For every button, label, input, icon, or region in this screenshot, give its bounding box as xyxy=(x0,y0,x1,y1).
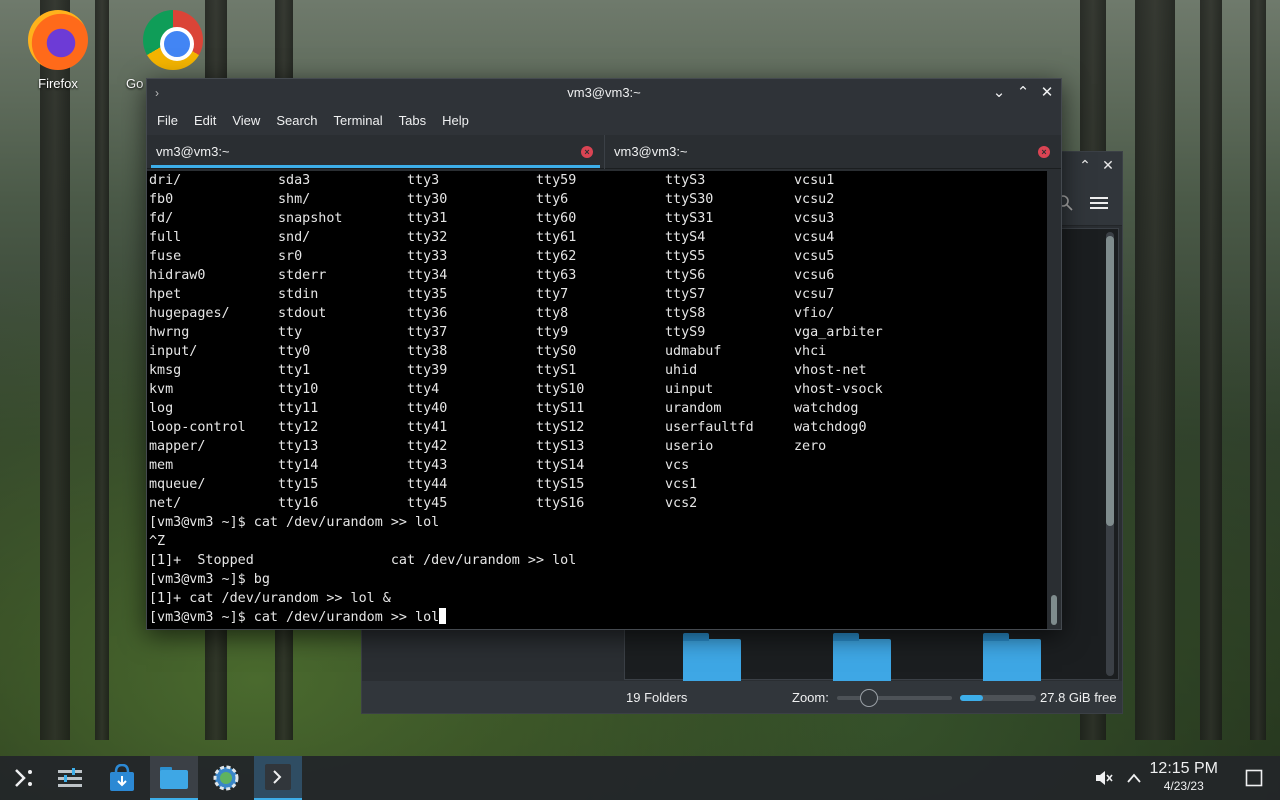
terminal-prompt-line[interactable]: [vm3@vm3 ~]$ cat /dev/urandom >> lol xyxy=(149,610,439,625)
discover-icon xyxy=(110,764,134,791)
free-space-label: 27.8 GiB free xyxy=(1040,690,1117,705)
maximize-icon[interactable]: ⌃ xyxy=(1013,79,1033,107)
folder-icon[interactable] xyxy=(983,633,1041,683)
zoom-label: Zoom: xyxy=(792,690,829,705)
folder-icon xyxy=(160,767,188,789)
clock[interactable]: 12:15 PM 4/23/23 xyxy=(1150,760,1218,793)
firefox-icon xyxy=(28,10,88,70)
terminal-history: dri/ sda3 tty3 tty59 ttyS3 vcsu1 fb0 shm… xyxy=(149,173,883,606)
close-icon[interactable]: ✕ xyxy=(1099,157,1117,174)
chevron-up-icon xyxy=(1127,773,1141,783)
window-titlebar[interactable]: › vm3@vm3:~ ⌄ ⌃ ✕ xyxy=(147,79,1061,107)
discover-button[interactable] xyxy=(98,756,146,800)
show-desktop-icon xyxy=(1245,769,1263,787)
zoom-slider-handle[interactable] xyxy=(860,689,878,707)
tab-close-icon[interactable]: × xyxy=(1038,146,1050,158)
minimize-icon[interactable]: ⌄ xyxy=(989,79,1009,107)
folder-icon[interactable] xyxy=(683,633,741,683)
settings-icon xyxy=(213,765,239,791)
menu-terminal[interactable]: Terminal xyxy=(326,107,391,135)
tab-terminal-2[interactable]: vm3@vm3:~ × xyxy=(604,135,1061,169)
scrollbar[interactable] xyxy=(1106,232,1114,676)
hamburger-menu-icon[interactable] xyxy=(1090,195,1108,211)
terminal-scrollbar[interactable] xyxy=(1047,171,1061,629)
menu-edit[interactable]: Edit xyxy=(186,107,224,135)
menu-tabs[interactable]: Tabs xyxy=(391,107,434,135)
dolphin-taskbar-button[interactable] xyxy=(150,756,198,800)
restore-icon[interactable]: ⌃ xyxy=(1076,157,1094,174)
overview-button[interactable] xyxy=(46,756,94,800)
app-launcher-button[interactable] xyxy=(0,756,48,800)
show-desktop-button[interactable] xyxy=(1230,756,1278,800)
free-space-bar xyxy=(960,695,1036,701)
terminal-output[interactable]: dri/ sda3 tty3 tty59 ttyS3 vcsu1 fb0 shm… xyxy=(147,171,1049,629)
tab-terminal-1[interactable]: vm3@vm3:~ × xyxy=(147,135,604,169)
folder-count: 19 Folders xyxy=(626,690,688,705)
window-title: vm3@vm3:~ xyxy=(567,85,641,100)
tab-close-icon[interactable]: × xyxy=(581,146,593,158)
konsole-taskbar-button[interactable] xyxy=(254,756,302,800)
overview-icon xyxy=(58,768,82,787)
chrome-icon xyxy=(143,10,203,70)
tab-label: vm3@vm3:~ xyxy=(614,144,688,159)
status-bar: 19 Folders Zoom: 27.8 GiB free xyxy=(362,681,1122,713)
menu-help[interactable]: Help xyxy=(434,107,477,135)
menu-view[interactable]: View xyxy=(224,107,268,135)
text-cursor xyxy=(439,608,447,624)
terminal-window[interactable]: › vm3@vm3:~ ⌄ ⌃ ✕ File Edit View Search … xyxy=(146,78,1062,630)
desktop-icon-label: Go xyxy=(126,76,144,91)
konsole-icon xyxy=(265,764,291,790)
app-launcher-icon xyxy=(15,769,32,787)
tab-bar: vm3@vm3:~ × vm3@vm3:~ × xyxy=(147,135,1061,169)
desktop-icon-label: Firefox xyxy=(38,76,78,91)
close-icon[interactable]: ✕ xyxy=(1037,79,1057,107)
menu-bar: File Edit View Search Terminal Tabs Help xyxy=(147,107,1061,135)
clock-date: 4/23/23 xyxy=(1163,779,1204,793)
zoom-slider[interactable] xyxy=(837,696,952,700)
taskbar: 12:15 PM 4/23/23 xyxy=(0,756,1280,800)
settings-button[interactable] xyxy=(202,756,250,800)
clock-time: 12:15 PM xyxy=(1149,760,1218,777)
menu-file[interactable]: File xyxy=(149,107,186,135)
menu-search[interactable]: Search xyxy=(268,107,325,135)
desktop-icon-firefox[interactable]: Firefox xyxy=(18,10,98,91)
window-menu-icon[interactable]: › xyxy=(155,79,159,107)
folder-icon[interactable] xyxy=(833,633,891,683)
tab-label: vm3@vm3:~ xyxy=(156,144,230,159)
